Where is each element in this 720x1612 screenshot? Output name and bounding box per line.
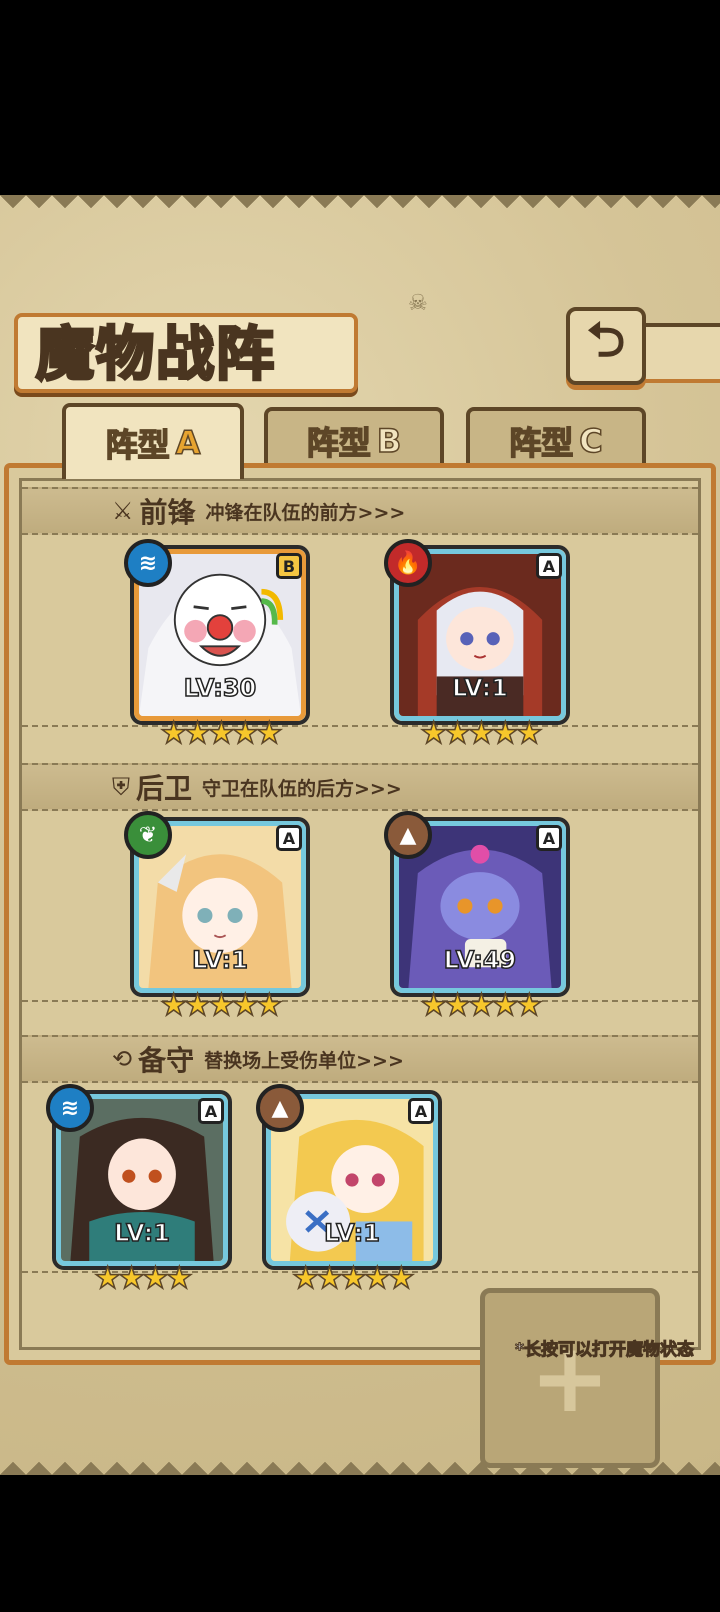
- tab-suffix: A: [175, 423, 201, 463]
- level-label: LV:1: [451, 673, 508, 703]
- divider: [22, 725, 698, 727]
- monster-card[interactable]: LV:1 A ≋ ★★★★: [46, 1084, 232, 1297]
- level-label: LV:1: [113, 1218, 170, 1248]
- grade-badge: A: [536, 825, 562, 851]
- skull-icon: ☠: [408, 291, 428, 316]
- earth-element-icon: ▲: [384, 811, 432, 859]
- divider: [22, 1000, 698, 1002]
- shield-icon: ⛨: [112, 773, 130, 801]
- section-desc: 守卫在队伍的后方>>>: [202, 777, 402, 800]
- grade-badge: B: [276, 553, 302, 579]
- level-label: LV:1: [323, 1218, 380, 1248]
- section-name: 备守: [138, 1044, 195, 1077]
- tab-suffix: B: [376, 421, 402, 461]
- water-element-icon: ≋: [46, 1084, 94, 1132]
- level-label: LV:30: [183, 673, 257, 703]
- monster-card[interactable]: LV:1 A ▲ ★★★★★: [256, 1084, 442, 1297]
- section-name: 后卫: [136, 772, 193, 805]
- tab-label: 阵型: [306, 423, 372, 463]
- tab-label: 阵型: [508, 423, 574, 463]
- section-desc: 替换场上受伤单位>>>: [204, 1049, 404, 1072]
- long-press-hint: *长按可以打开魔物状态: [515, 1340, 695, 1361]
- grade-badge: A: [536, 553, 562, 579]
- section-front: ⚔ 前锋 冲锋在队伍的前方>>>: [22, 487, 698, 535]
- back-button[interactable]: ⮌: [566, 307, 646, 385]
- top-border: [0, 195, 720, 221]
- monster-card[interactable]: LV:30 B ≋ ★★★★★: [124, 539, 310, 752]
- tab-suffix: C: [578, 421, 603, 461]
- page-title: 魔物战阵: [34, 319, 277, 390]
- grade-badge: A: [198, 1098, 224, 1124]
- water-element-icon: ≋: [124, 539, 172, 587]
- star-rating: ★★★★★: [420, 715, 544, 752]
- star-rating: ★★★★: [93, 1260, 193, 1297]
- section-back: ⛨ 后卫 守卫在队伍的后方>>>: [22, 763, 698, 811]
- game-screen: ☠ ☠ 魔物战阵 ⮌ 阵型A 阵型B 阵型C ⚔ 前锋 冲锋在队伍的前方>>>: [0, 195, 720, 1475]
- star-rating: ★★★★★: [160, 987, 284, 1024]
- monster-card[interactable]: LV:1 A 🔥 ★★★★★: [384, 539, 570, 752]
- empty-monster-slot[interactable]: +: [480, 1288, 660, 1468]
- level-label: LV:49: [443, 945, 517, 975]
- monster-card[interactable]: LV:1 A ❦ ★★★★★: [124, 811, 310, 1024]
- fire-element-icon: 🔥: [384, 539, 432, 587]
- monster-card[interactable]: LV:49 A ▲ ★★★★★: [384, 811, 570, 1024]
- wind-element-icon: ❦: [124, 811, 172, 859]
- back-arrow-icon: ⮌: [586, 311, 626, 368]
- star-rating: ★★★★★: [420, 987, 544, 1024]
- level-label: LV:1: [191, 945, 248, 975]
- section-reserve: ⟲ 备守 替换场上受伤单位>>>: [22, 1035, 698, 1083]
- swap-icon: ⟲: [112, 1045, 133, 1073]
- star-rating: ★★★★★: [292, 1260, 416, 1297]
- earth-element-icon: ▲: [256, 1084, 304, 1132]
- star-rating: ★★★★★: [160, 715, 284, 752]
- grade-badge: A: [276, 825, 302, 851]
- tab-formation-c[interactable]: 阵型 C: [466, 407, 646, 471]
- back-bar: [640, 323, 720, 383]
- grade-badge: A: [408, 1098, 434, 1124]
- section-name: 前锋: [139, 496, 196, 529]
- tab-formation-b[interactable]: 阵型 B: [264, 407, 444, 471]
- sword-icon: ⚔: [112, 497, 134, 525]
- tab-label: 阵型: [105, 425, 171, 465]
- tab-formation-a[interactable]: 阵型 A: [62, 403, 244, 479]
- section-desc: 冲锋在队伍的前方>>>: [205, 501, 406, 524]
